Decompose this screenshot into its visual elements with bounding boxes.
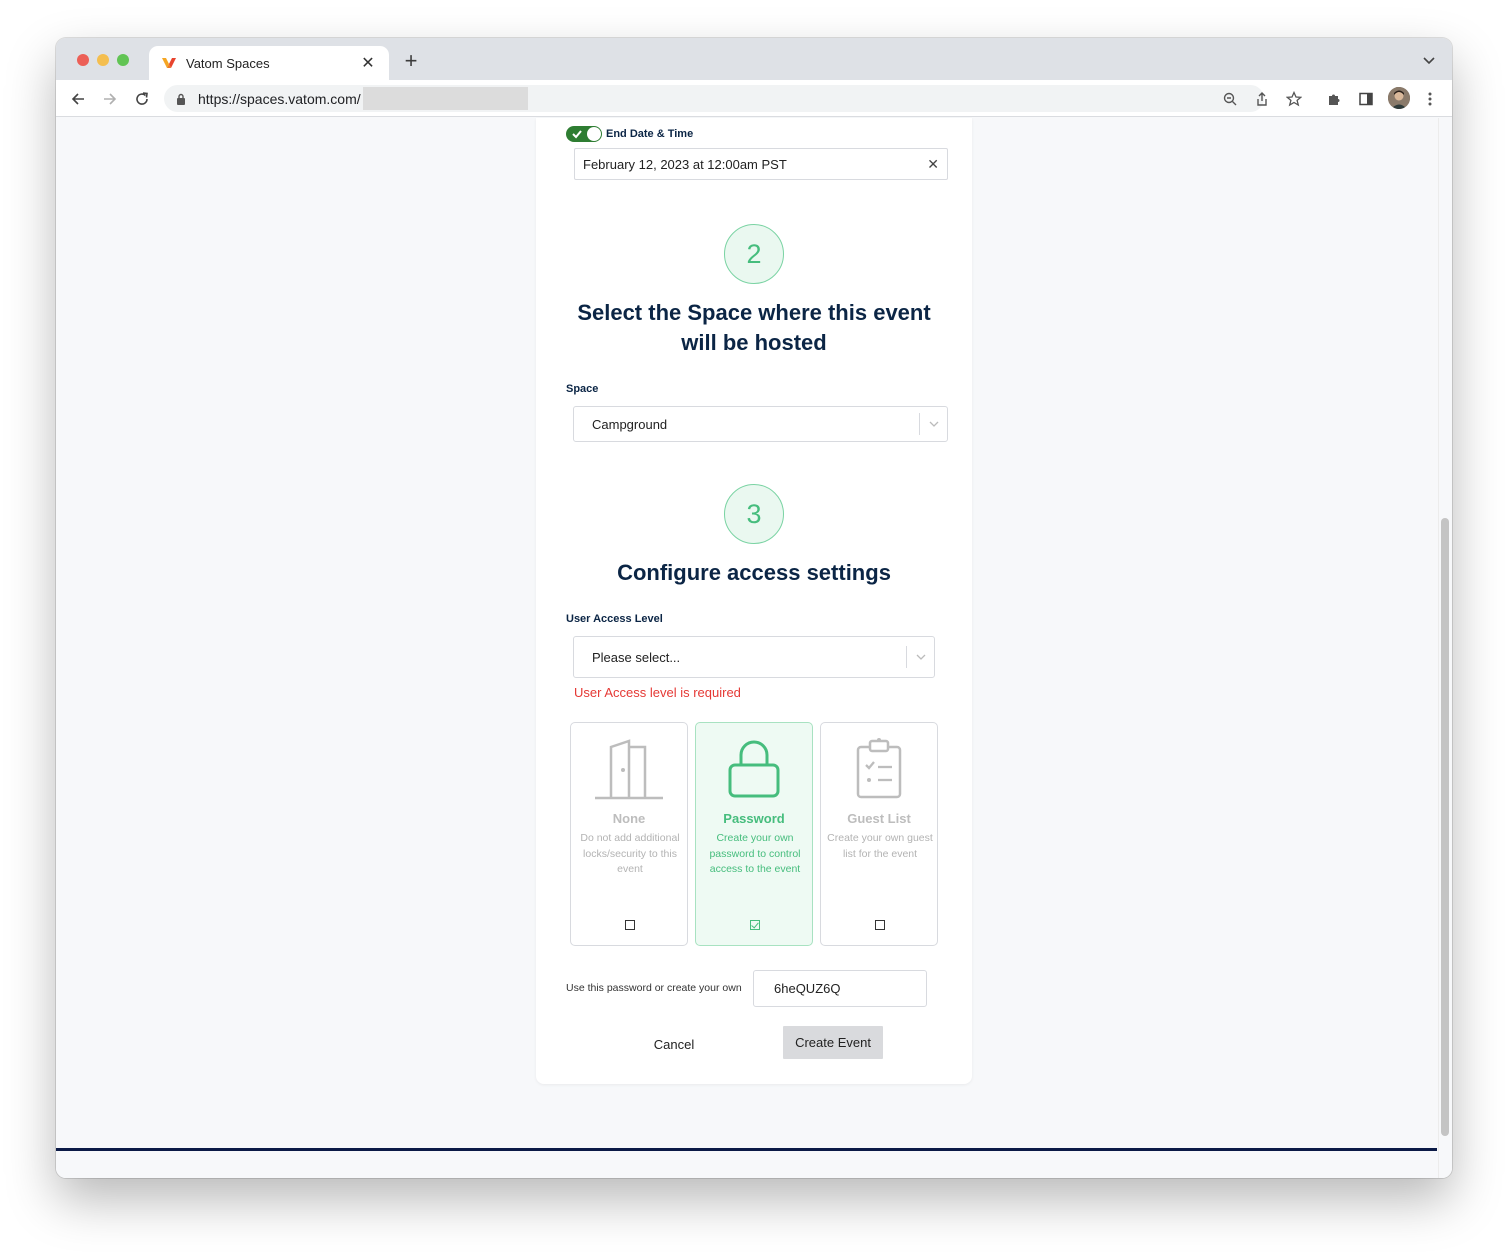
- url-redaction: [362, 87, 528, 110]
- option-description: Create your own password to control acce…: [709, 832, 801, 875]
- share-icon[interactable]: [1252, 89, 1272, 109]
- option-description: Do not add additional locks/security to …: [580, 832, 680, 875]
- door-icon: [571, 735, 687, 803]
- side-panel-icon[interactable]: [1356, 89, 1376, 109]
- space-label: Space: [566, 383, 599, 395]
- clipboard-checklist-icon: [821, 735, 937, 803]
- option-title: Password: [723, 811, 785, 826]
- vatom-logo-icon: [161, 55, 177, 71]
- clear-icon[interactable]: ✕: [927, 156, 939, 173]
- chevron-down-icon: [907, 654, 934, 660]
- extensions-puzzle-icon[interactable]: [1324, 89, 1344, 109]
- browser-tab[interactable]: Vatom Spaces ✕: [149, 46, 389, 80]
- space-select[interactable]: Campground: [573, 406, 948, 442]
- access-option-guest-list[interactable]: Guest List Create your own guest list fo…: [820, 722, 938, 946]
- close-window-button[interactable]: [77, 54, 89, 66]
- step-3-heading: Configure access settings: [617, 560, 891, 585]
- profile-avatar[interactable]: [1388, 87, 1410, 109]
- browser-toolbar: https://spaces.vatom.com/: [56, 80, 1452, 117]
- end-date-label: End Date & Time: [606, 128, 694, 140]
- option-checkbox[interactable]: [750, 920, 760, 930]
- scrollbar-thumb[interactable]: [1441, 518, 1449, 1136]
- user-access-placeholder: Please select...: [592, 649, 681, 665]
- tab-strip: Vatom Spaces ✕ +: [56, 38, 1452, 80]
- tab-title: Vatom Spaces: [186, 55, 270, 71]
- browser-window: Vatom Spaces ✕ + https://spaces.vatom.co…: [56, 38, 1452, 1178]
- step-2-badge: 2: [724, 224, 784, 284]
- option-title: Guest List: [847, 811, 911, 826]
- end-date-field[interactable]: February 12, 2023 at 12:00am PST ✕: [574, 148, 948, 180]
- tab-search-chevron-icon[interactable]: [1422, 54, 1436, 66]
- forward-arrow-icon[interactable]: [100, 89, 120, 109]
- address-bar[interactable]: https://spaces.vatom.com/: [164, 85, 1264, 112]
- space-select-value: Campground: [592, 416, 668, 432]
- user-access-error: User Access level is required: [574, 685, 741, 700]
- check-icon: [572, 130, 582, 139]
- user-access-label: User Access Level: [566, 613, 663, 625]
- option-title: None: [612, 811, 646, 826]
- create-event-form: End Date & Time February 12, 2023 at 12:…: [536, 118, 972, 1084]
- option-checkbox[interactable]: [875, 920, 885, 930]
- password-label: Use this password or create your own: [566, 982, 742, 994]
- lock-icon: [696, 735, 812, 803]
- zoom-icon[interactable]: [1220, 89, 1240, 109]
- create-event-button[interactable]: Create Event: [783, 1026, 883, 1059]
- chevron-down-icon: [920, 421, 947, 427]
- tab-close-icon[interactable]: ✕: [359, 53, 377, 73]
- url-text: https://spaces.vatom.com/: [198, 90, 361, 107]
- lock-icon: [176, 92, 188, 106]
- end-date-value: February 12, 2023 at 12:00am PST: [583, 156, 787, 172]
- reload-icon[interactable]: [132, 89, 152, 109]
- password-input[interactable]: 6heQUZ6Q: [753, 970, 927, 1007]
- page-viewport: End Date & Time February 12, 2023 at 12:…: [56, 118, 1452, 1178]
- maximize-window-button[interactable]: [117, 54, 129, 66]
- page-scrollbar[interactable]: [1438, 118, 1452, 1178]
- access-option-password[interactable]: Password Create your own password to con…: [695, 722, 813, 946]
- new-tab-icon[interactable]: +: [399, 50, 423, 72]
- option-description: Create your own guest list for the event: [827, 832, 933, 860]
- back-arrow-icon[interactable]: [68, 89, 88, 109]
- browser-menu-icon[interactable]: [1420, 89, 1440, 109]
- option-checkbox[interactable]: [625, 920, 635, 930]
- cancel-button[interactable]: Cancel: [636, 1028, 712, 1060]
- minimize-window-button[interactable]: [97, 54, 109, 66]
- footer-area: [56, 1151, 1437, 1178]
- user-access-select[interactable]: Please select...: [573, 636, 935, 678]
- end-date-toggle[interactable]: [566, 126, 602, 142]
- bookmark-star-icon[interactable]: [1284, 89, 1304, 109]
- step-3-badge: 3: [724, 484, 784, 544]
- step-2-heading: Select the Space where this event will b…: [577, 300, 931, 355]
- access-option-none[interactable]: None Do not add additional locks/securit…: [570, 722, 688, 946]
